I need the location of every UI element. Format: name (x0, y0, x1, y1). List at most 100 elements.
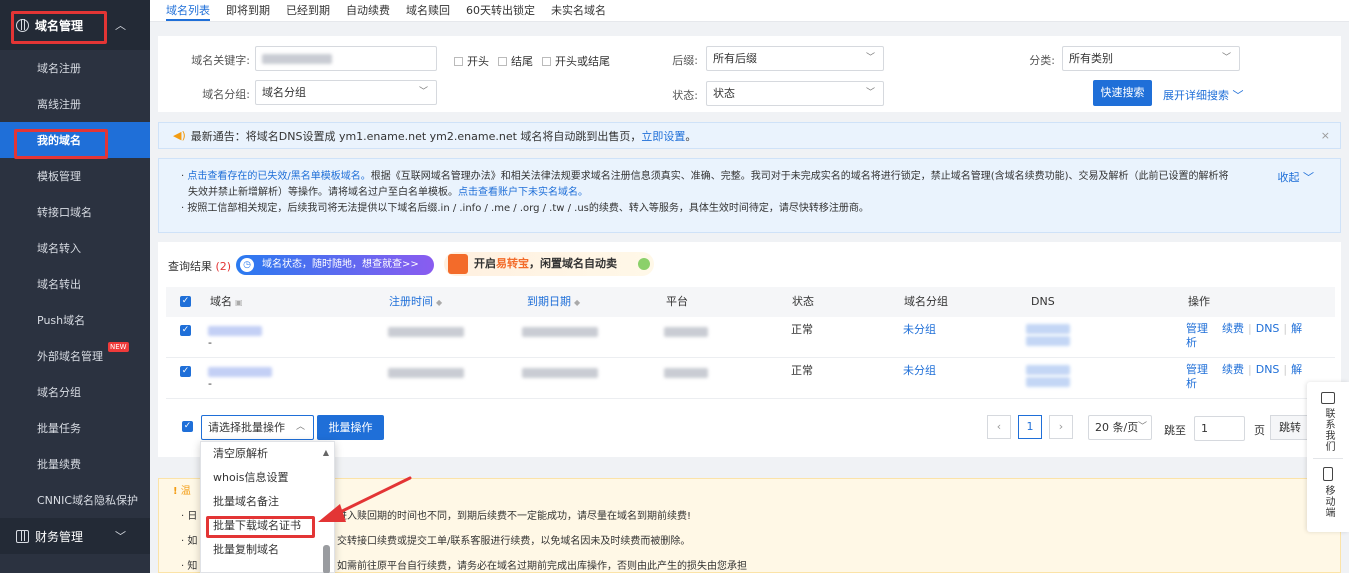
keyword-input[interactable] (255, 46, 437, 71)
sidebar-item-groups[interactable]: 域名分组 (0, 374, 150, 410)
batch-select-all-checkbox[interactable]: ✓ (182, 421, 193, 432)
rules-line-1: · 点击查看存在的已失效/黑名单模板域名。根据《互联网域名管理办法》和相关法律法… (181, 171, 1229, 182)
phone-icon (1323, 467, 1333, 481)
mobile-button[interactable]: 移动端 (1307, 459, 1349, 518)
sidebar-group-label: 财务管理 (35, 529, 84, 544)
tab-redeem[interactable]: 域名赎回 (406, 0, 450, 21)
blacklist-link[interactable]: 点击查看存在的已失效/黑名单模板域名。 (187, 171, 370, 182)
unverified-link[interactable]: 点击查看账户下未实名域名。 (458, 187, 588, 198)
dd-item-whois[interactable]: whois信息设置 (201, 466, 334, 490)
manage-link[interactable]: 管理析 (1186, 322, 1208, 349)
collapse-link[interactable]: 收起 ﹀ (1278, 170, 1315, 186)
goto-button[interactable]: 跳转 (1270, 415, 1310, 440)
close-icon[interactable]: × (1321, 129, 1330, 142)
tab-unverified[interactable]: 未实名域名 (551, 0, 606, 21)
col-exp-date[interactable]: 到期日期 ◆ (527, 287, 580, 318)
renew-link[interactable]: 续费 (1222, 322, 1244, 335)
dd-item-download-cert[interactable]: 批量下载域名证书 (201, 514, 334, 538)
chevron-up-icon: ︿ (115, 19, 126, 32)
platform-cell (664, 325, 708, 338)
col-status: 状态 (792, 295, 814, 308)
category-select[interactable]: 所有类别 ﹀ (1062, 46, 1240, 71)
sidebar-item-label: 外部域名管理 (37, 350, 103, 363)
status-select[interactable]: 状态 ﹀ (706, 81, 884, 106)
chevron-down-icon: ﹀ (1232, 89, 1244, 102)
toggle-dot-icon (638, 258, 650, 270)
select-all-checkbox[interactable]: ✓ (180, 296, 191, 307)
advanced-search-link[interactable]: 展开详细搜索 ﹀ (1163, 87, 1244, 103)
sidebar-item-batch-renew[interactable]: 批量续费 (0, 446, 150, 482)
sidebar-item-offline-register[interactable]: 离线注册 (0, 86, 150, 122)
quick-search-button[interactable]: 快速搜索 (1093, 80, 1152, 106)
col-group: 域名分组 (904, 295, 948, 308)
row-checkbox[interactable]: ✓ (180, 325, 191, 336)
notice-setup-link[interactable]: 立即设置 (641, 128, 685, 144)
contact-us-button[interactable]: 联系我们 (1307, 382, 1349, 452)
domain-name-cell[interactable]: - (208, 325, 262, 349)
dd-item-remark[interactable]: 批量域名备注 (201, 490, 334, 514)
sidebar-group-domain[interactable]: 域名管理 ︿ (0, 0, 150, 50)
dd-item-clear-dns[interactable]: 清空原解析 (201, 442, 334, 466)
domain-status-promo[interactable]: ◷ 域名状态，随时随地，想查就查>> (236, 255, 434, 275)
status-label: 状态: (672, 89, 698, 102)
col-domain[interactable]: 域名 ▣ (210, 287, 243, 318)
table-row: ✓ - 正常 未分组 管理析 续费 | DNS | 解 (166, 358, 1335, 399)
sidebar-item-push[interactable]: Push域名 (0, 302, 150, 338)
group-cell[interactable]: 未分组 (903, 317, 936, 343)
prev-page-button[interactable]: ‹ (987, 415, 1011, 439)
tab-expired[interactable]: 已经到期 (286, 0, 330, 21)
tab-auto-renew[interactable]: 自动续费 (346, 0, 390, 21)
manage-link[interactable]: 管理析 (1186, 363, 1208, 390)
warning-line-2-text: 交转接口续费或提交工单/联系客服进行续费，以免域名因未及时续费而被删除。 (337, 536, 691, 547)
group-label: 域名分组: (202, 88, 250, 101)
sidebar-item-domain-register[interactable]: 域名注册 (0, 50, 150, 86)
sidebar-item-templates[interactable]: 模板管理 (0, 158, 150, 194)
sidebar-item-my-domains[interactable]: 我的域名 (0, 122, 150, 158)
status-icon: ◷ (240, 258, 254, 272)
new-badge: NEW (108, 342, 129, 352)
dns-link[interactable]: DNS (1256, 363, 1280, 376)
resolve-link[interactable]: 解 (1291, 363, 1302, 376)
chevron-down-icon: ﹀ (418, 87, 428, 97)
dd-item-copy[interactable]: 批量复制域名 (201, 538, 334, 562)
resolve-link[interactable]: 解 (1291, 322, 1302, 335)
batch-operation-dropdown: ▲ 清空原解析 whois信息设置 批量域名备注 批量下载域名证书 批量复制域名 (200, 441, 335, 573)
yizhuanbao-promo[interactable]: 开启易转宝，闲置域名自动卖 (444, 252, 654, 276)
col-reg-date[interactable]: 注册时间 ◆ (389, 287, 442, 318)
domain-name-cell[interactable]: - (208, 366, 272, 390)
sidebar-group-finance[interactable]: 财务管理 ﹀ (0, 518, 150, 554)
chat-icon (1321, 392, 1335, 404)
row-actions: 管理析 (1186, 322, 1208, 350)
sidebar-item-api-domains[interactable]: 转接口域名 (0, 194, 150, 230)
tab-domain-list[interactable]: 域名列表 (166, 0, 210, 21)
sidebar-item-transfer-in[interactable]: 域名转入 (0, 230, 150, 266)
sidebar-item-cnnic-privacy[interactable]: CNNIC域名隐私保护 (0, 482, 150, 518)
goto-page-input[interactable]: 1 (1194, 416, 1245, 441)
chevron-down-icon: ﹀ (1303, 171, 1314, 184)
page-unit-label: 页 (1254, 424, 1265, 437)
scroll-up-icon[interactable]: ▲ (323, 448, 329, 457)
dns-link[interactable]: DNS (1256, 322, 1280, 335)
suffix-select[interactable]: 所有后缀 ﹀ (706, 46, 884, 71)
row-checkbox[interactable]: ✓ (180, 366, 191, 377)
exp-date-cell (522, 325, 598, 338)
tab-60day-lock[interactable]: 60天转出锁定 (466, 0, 535, 21)
page-size-select[interactable]: 20 条/页 ﹀ (1088, 415, 1152, 440)
batch-operation-select[interactable]: 请选择批量操作 ︿ (201, 415, 314, 440)
sidebar-item-external[interactable]: 外部域名管理 NEW (0, 338, 150, 374)
tab-bar: 域名列表 即将到期 已经到期 自动续费 域名赎回 60天转出锁定 未实名域名 (150, 0, 1349, 22)
next-page-button[interactable]: › (1049, 415, 1073, 439)
opt-end-checkbox[interactable]: 结尾 (498, 53, 533, 69)
opt-either-checkbox[interactable]: 开头或结尾 (542, 53, 610, 69)
tab-expiring[interactable]: 即将到期 (226, 0, 270, 21)
group-select[interactable]: 域名分组 ﹀ (255, 80, 437, 105)
opt-start-checkbox[interactable]: 开头 (454, 53, 489, 69)
sidebar-item-transfer-out[interactable]: 域名转出 (0, 266, 150, 302)
page-1-button[interactable]: 1 (1018, 415, 1042, 439)
renew-link[interactable]: 续费 (1222, 363, 1244, 376)
group-cell[interactable]: 未分组 (903, 358, 936, 384)
dropdown-scrollbar[interactable] (323, 545, 330, 573)
sidebar-item-batch-tasks[interactable]: 批量任务 (0, 410, 150, 446)
batch-operation-button[interactable]: 批量操作 (317, 415, 384, 440)
goto-label: 跳至 (1164, 424, 1186, 437)
